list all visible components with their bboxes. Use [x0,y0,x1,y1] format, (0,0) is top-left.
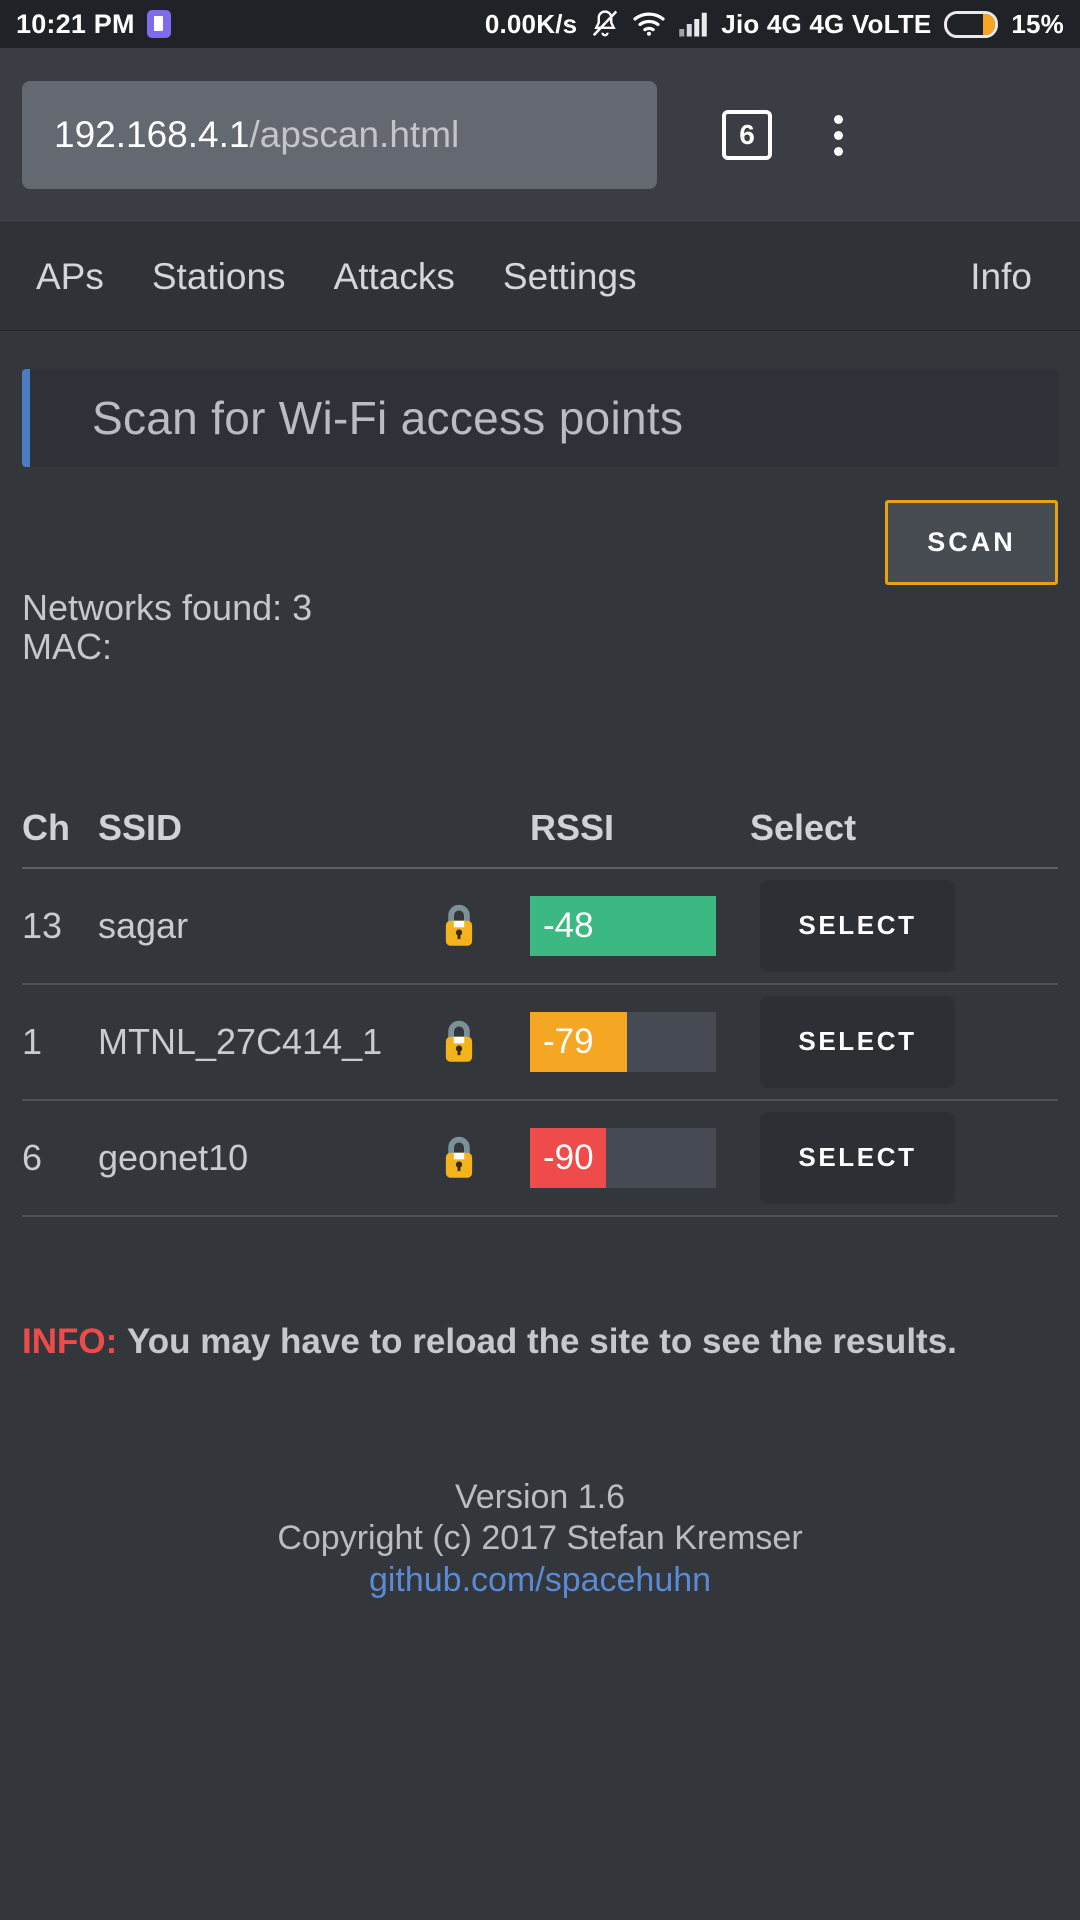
cell-select: SELECT [750,1111,1058,1204]
info-message: INFO: You may have to reload the site to… [22,1322,1058,1362]
signal-bars-icon [678,11,708,37]
github-link[interactable]: github.com/spacehuhn [22,1560,1058,1601]
page-content: Scan for Wi-Fi access points SCAN Networ… [0,369,1080,1601]
networks-found-label: Networks found: 3 [22,587,313,628]
wifi-icon [633,11,665,37]
padlock-icon [438,1017,530,1067]
cell-ssid: MTNL_27C414_1 [98,1020,383,1062]
cell-ssid: sagar [98,904,189,946]
site-nav: APs Stations Attacks Settings Info [0,223,1080,331]
select-button-label: SELECT [798,910,917,941]
mac-label: MAC: [22,625,112,667]
tab-count-label: 6 [739,119,755,150]
browser-toolbar: 192.168.4.1 /apscan.html 6 [0,48,1080,223]
copyright-label: Copyright (c) 2017 Stefan Kremser [277,1519,803,1558]
scan-button-row: SCAN [22,500,1058,585]
cell-rssi: -79 [530,1011,750,1072]
column-header-ssid: SSID [98,806,183,848]
version-label: Version 1.6 [454,1477,626,1516]
address-bar[interactable]: 192.168.4.1 /apscan.html [22,81,657,189]
select-button-label: SELECT [798,1026,917,1057]
cell-channel: 13 [22,904,63,946]
rssi-bar-track: -90 [530,1127,716,1188]
kebab-menu-icon[interactable] [834,114,843,156]
cell-rssi: -48 [530,895,750,956]
nav-item-aps[interactable]: APs [36,256,104,298]
cell-ssid: geonet10 [98,1136,249,1178]
bell-muted-icon [590,9,620,39]
cell-select: SELECT [750,879,1058,972]
ap-table-body: 13 sagar -48 SELECT 1 MTNL_27C414_1 -79 SELEC… [22,869,1058,1217]
page-footer: Version 1.6 Copyright (c) 2017 Stefan Kr… [22,1477,1058,1601]
cell-rssi: -90 [530,1127,750,1188]
cell-channel: 1 [22,1020,43,1062]
rssi-bar-fill: -90 [530,1127,607,1188]
scan-button-label: SCAN [927,527,1016,557]
scan-meta: Networks found: 3 MAC: [22,587,1058,667]
column-header-rssi: RSSI [530,806,615,848]
rssi-bar-fill: -48 [530,895,716,956]
tab-count-button[interactable]: 6 [722,110,772,160]
url-host: 192.168.4.1 [54,114,250,155]
table-row: 6 geonet10 -90 SELECT [22,1101,1058,1217]
table-row: 13 sagar -48 SELECT [22,869,1058,985]
cell-select: SELECT [750,995,1058,1088]
rssi-bar-track: -48 [530,895,716,956]
ap-table: Ch SSID RSSI Select 13 sagar -48 SELECT 1 MT… [22,807,1058,1217]
status-bar: 10:21 PM 0.00K/s Jio 4G 4G VoLTE 15% [0,0,1080,48]
select-button[interactable]: SELECT [760,1111,955,1204]
clock: 10:21 PM [16,8,135,39]
select-button[interactable]: SELECT [760,879,955,972]
nav-item-info[interactable]: Info [970,256,1032,298]
select-button-label: SELECT [798,1142,917,1173]
page-title: Scan for Wi-Fi access points [22,369,1058,467]
select-button[interactable]: SELECT [760,995,955,1088]
carrier-label: Jio 4G 4G VoLTE [721,8,932,39]
rssi-bar-fill: -79 [530,1011,627,1072]
column-header-select: Select [750,806,857,848]
url-path: /apscan.html [249,114,460,155]
status-bar-right: 0.00K/s Jio 4G 4G VoLTE 15% [485,9,1064,40]
battery-percent-label: 15% [1011,8,1064,39]
scan-button[interactable]: SCAN [885,500,1058,585]
nav-item-settings[interactable]: Settings [503,256,637,298]
padlock-icon [438,901,530,951]
info-label: INFO: [22,1321,118,1361]
rssi-bar-track: -79 [530,1011,716,1072]
padlock-icon [438,1133,530,1183]
nav-item-attacks[interactable]: Attacks [334,256,455,298]
info-text: You may have to reload the site to see t… [127,1321,957,1361]
app-badge-icon [146,10,171,38]
table-row: 1 MTNL_27C414_1 -79 SELECT [22,985,1058,1101]
network-speed-label: 0.00K/s [484,8,578,39]
column-header-ch: Ch [22,806,70,848]
nav-item-stations[interactable]: Stations [152,256,286,298]
ap-table-header: Ch SSID RSSI Select [22,807,1058,869]
cell-channel: 6 [22,1136,43,1178]
page-title-label: Scan for Wi-Fi access points [92,392,684,444]
battery-icon [944,10,999,38]
status-bar-left: 10:21 PM [16,9,171,40]
